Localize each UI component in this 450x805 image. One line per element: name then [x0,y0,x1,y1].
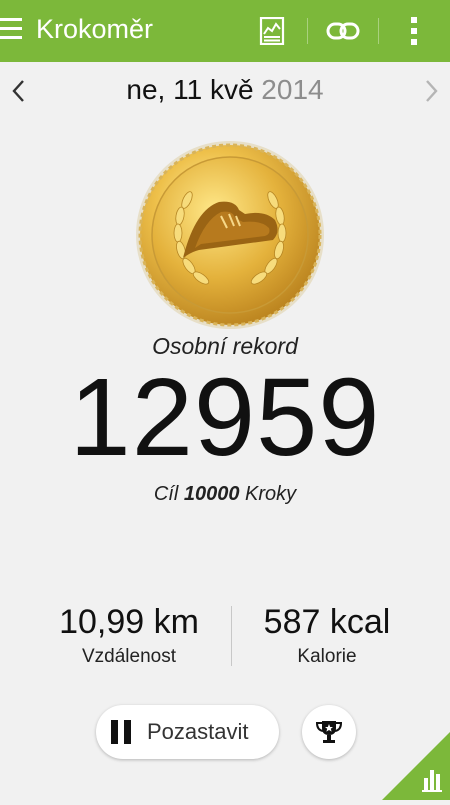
goal-prefix: Cíl [153,483,179,505]
next-day-button[interactable] [417,76,447,106]
distance-label: Vzdálenost [81,646,176,667]
calories-value: 587 kcal [263,603,391,641]
distance-stat: 10,99 km Vzdálenost [29,600,229,668]
date-day: ne, 11 kvě [126,74,254,105]
overflow-menu-button[interactable] [384,0,444,62]
app-bar: Krokoměr [0,0,450,62]
date-bar: ne, 11 kvě 2014 [0,62,450,120]
goal-suffix: Kroky [245,483,297,505]
pause-label: Pozastavit [147,719,249,744]
statistics-corner-button[interactable] [382,732,450,800]
gold-medal-shoe-icon [135,140,325,330]
goal-value: 10000 [183,483,240,505]
trophy-icon [315,721,343,743]
pause-button[interactable]: Pozastavit [96,705,279,759]
app-title: Krokoměr [36,14,154,44]
chart-report-icon [259,17,285,45]
chart-report-button[interactable] [242,0,302,62]
link-button[interactable] [313,0,373,62]
chevron-right-icon [426,80,438,102]
date-year: 2014 [261,74,324,105]
menu-icon[interactable] [0,18,24,44]
calories-label: Kalorie [297,646,357,667]
step-count: 12959 [69,356,381,479]
overflow-menu-icon [411,17,417,45]
appbar-divider [378,18,379,44]
date-label: ne, 11 kvě 2014 [0,74,450,106]
trophy-button[interactable] [302,705,356,759]
calories-stat: 587 kcal Kalorie [227,600,427,668]
distance-value: 10,99 km [59,603,199,641]
link-icon [326,22,360,40]
pause-icon [111,720,133,744]
appbar-divider [307,18,308,44]
goal-text: Cíl 10000 Kroky [0,483,450,506]
